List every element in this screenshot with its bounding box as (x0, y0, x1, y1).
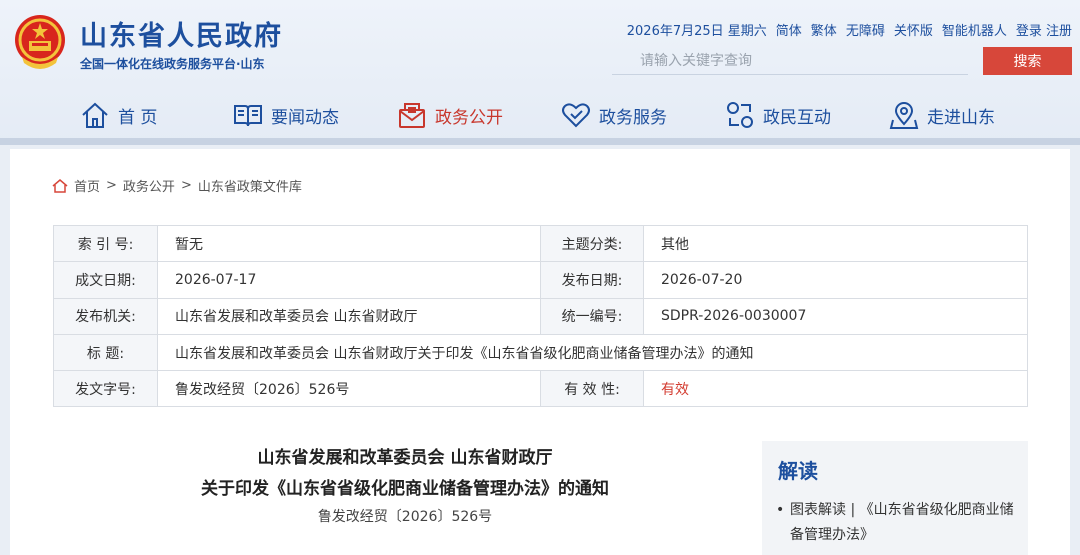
nav-item-interaction[interactable]: 政民互动 (725, 95, 831, 135)
national-emblem-icon (15, 15, 65, 69)
nav-divider (0, 138, 1080, 145)
location-icon (889, 102, 919, 129)
document-title: 山东省发展和改革委员会 山东省财政厅 关于印发《山东省省级化肥商业储备管理办法》… (90, 443, 720, 505)
written-date-value: 2026-07-17 (157, 261, 541, 299)
doc-number-value: 鲁发改经贸〔2026〕526号 (157, 370, 541, 408)
table-row: 成文日期: 2026-07-17 发布日期: 2026-07-20 (53, 261, 1028, 299)
written-date-label: 成文日期: (53, 261, 158, 299)
nav-item-about-shandong[interactable]: 走进山东 (889, 95, 995, 135)
accessibility-link[interactable]: 无障碍 (846, 20, 885, 39)
breadcrumb-home[interactable]: 首页 (74, 176, 100, 195)
breadcrumb: 首页 > 政务公开 > 山东省政策文件库 (52, 176, 302, 195)
nav-item-services[interactable]: 政务服务 (561, 95, 667, 135)
table-row: 发文字号: 鲁发改经贸〔2026〕526号 有 效 性: 有效 (53, 370, 1028, 408)
breadcrumb-separator: > (106, 178, 117, 193)
document-title-line2: 关于印发《山东省省级化肥商业储备管理办法》的通知 (201, 479, 609, 499)
topic-value: 其他 (643, 224, 1028, 263)
index-label: 索 引 号: (53, 224, 158, 263)
book-icon (234, 105, 262, 127)
breadcrumb-separator: > (180, 178, 192, 193)
doc-number-label: 发文字号: (53, 370, 158, 408)
table-row: 索 引 号: 暂无 主题分类: 其他 (53, 224, 1028, 263)
top-links: 2026年7月25日 星期六 简体 繁体 无障碍 关怀版 智能机器人 登录 注册 (627, 20, 1072, 39)
site-title: 山东省人民政府 (80, 21, 283, 52)
interpretation-link[interactable]: 图表解读 | 《山东省省级化肥商业储备管理办法》 (776, 498, 1020, 548)
care-version-link[interactable]: 关怀版 (894, 20, 933, 39)
document-number: 鲁发改经贸〔2026〕526号 (317, 509, 493, 525)
table-row: 标 题: 山东省发展和改革委员会 山东省财政厅关于印发《山东省省级化肥商业储备管… (53, 333, 1028, 372)
nav-label: 首 页 (118, 107, 158, 128)
topic-label: 主题分类: (540, 224, 644, 263)
traditional-link[interactable]: 繁体 (811, 20, 837, 39)
publish-date-value: 2026-07-20 (643, 261, 1028, 299)
site-subtitle: 全国一体化在线政务服务平台·山东 (80, 57, 265, 71)
nav-label: 政务公开 (435, 107, 503, 128)
publish-date-label: 发布日期: (540, 261, 644, 299)
title-label: 标 题: (53, 333, 158, 372)
document-title-line1: 山东省发展和改革委员会 山东省财政厅 (257, 448, 553, 468)
search-button[interactable]: 搜索 (983, 47, 1072, 75)
document-meta-table: 索 引 号: 暂无 主题分类: 其他 成文日期: 2026-07-17 发布日期… (53, 224, 1028, 408)
home-icon (52, 178, 68, 193)
nav-item-news[interactable]: 要闻动态 (233, 95, 339, 135)
nav-item-home[interactable]: 首 页 (80, 95, 157, 135)
main-nav: 首 页 要闻动态 政务公开 政务服务 政民互动 走进山东 (0, 95, 1080, 135)
table-row: 发布机关: 山东省发展和改革委员会 山东省财政厅 统一编号: SDPR-2026… (53, 297, 1028, 335)
nav-label: 政务服务 (599, 107, 667, 128)
unified-code-label: 统一编号: (540, 297, 644, 335)
issuer-value: 山东省发展和改革委员会 山东省财政厅 (157, 297, 541, 335)
breadcrumb-gov-open[interactable]: 政务公开 (123, 176, 175, 195)
interpretation-sidebar: 解读 图表解读 | 《山东省省级化肥商业储备管理办法》 (762, 441, 1028, 555)
site-header: 山东省人民政府 全国一体化在线政务服务平台·山东 2026年7月25日 星期六 … (0, 0, 1080, 145)
nav-label: 走进山东 (927, 107, 995, 128)
nav-item-gov-open[interactable]: 政务公开 (397, 95, 503, 135)
nav-label: 政民互动 (763, 107, 831, 128)
search-input[interactable] (612, 47, 968, 75)
exchange-icon (727, 102, 753, 128)
date-text: 2026年7月25日 星期六 (626, 24, 767, 39)
home-icon (82, 102, 108, 128)
breadcrumb-policy-library[interactable]: 山东省政策文件库 (198, 176, 302, 195)
index-value: 暂无 (157, 224, 541, 263)
mail-icon (399, 103, 425, 128)
validity-label: 有 效 性: (540, 370, 644, 408)
unified-code-value: SDPR-2026-0030007 (643, 297, 1028, 335)
title-value: 山东省发展和改革委员会 山东省财政厅关于印发《山东省省级化肥商业储备管理办法》的… (157, 333, 1028, 372)
issuer-label: 发布机关: (53, 297, 158, 335)
sidebar-title: 解读 (778, 459, 818, 483)
content-card: 首页 > 政务公开 > 山东省政策文件库 索 引 号: 暂无 主题分类: 其他 … (10, 149, 1070, 555)
login-register-link[interactable]: 登录 注册 (1016, 20, 1072, 39)
heart-icon (562, 103, 590, 128)
validity-value: 有效 (643, 370, 1028, 408)
nav-label: 要闻动态 (271, 107, 339, 128)
robot-link[interactable]: 智能机器人 (942, 20, 1007, 39)
simplified-link[interactable]: 简体 (776, 20, 802, 39)
